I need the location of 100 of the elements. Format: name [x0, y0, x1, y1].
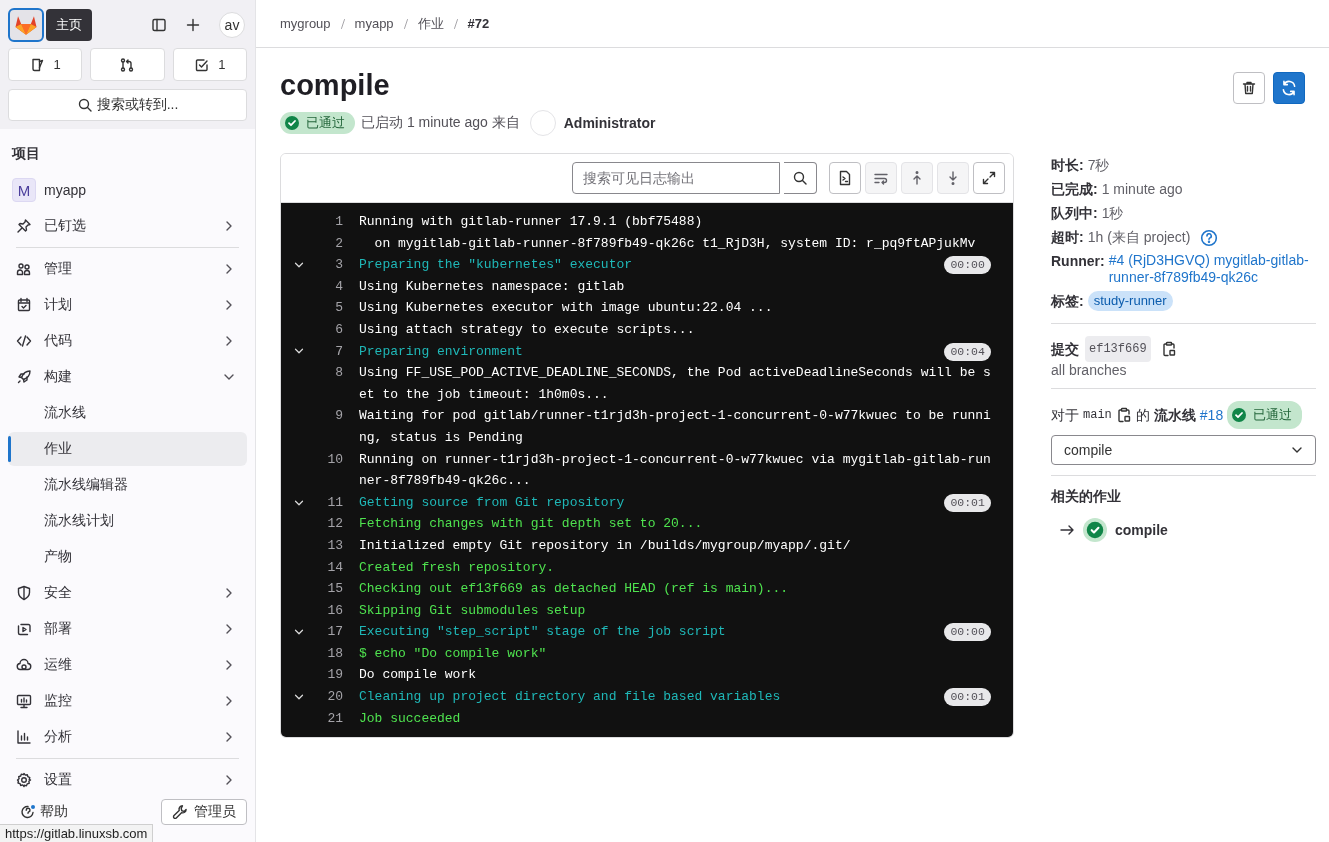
detail-label: 时长: [1051, 156, 1084, 175]
nav-item[interactable]: M myapp [8, 173, 247, 207]
admin-button[interactable]: 管理员 [161, 799, 247, 825]
nav-subitem[interactable]: 产物 [8, 540, 247, 574]
duration-badge: 00:00 [944, 623, 991, 642]
nav-item[interactable]: 计划 [8, 288, 247, 322]
line-number: 13 [326, 536, 343, 555]
search-icon [76, 97, 93, 113]
breadcrumb-link[interactable]: #72 [467, 16, 490, 31]
rocket-icon [16, 369, 32, 385]
delete-button[interactable] [1233, 72, 1265, 104]
people-icon [16, 261, 32, 277]
line-number: 8 [334, 364, 343, 383]
line-number: 16 [326, 601, 343, 620]
log-line: Preparing the "kubernetes" executor [359, 256, 634, 275]
detail-label: 标签: [1051, 292, 1084, 311]
detail-label: 超时: [1051, 228, 1084, 247]
sidebar-toggle-button[interactable] [151, 17, 167, 33]
user-avatar[interactable]: av [219, 12, 245, 38]
line-number: 6 [334, 320, 343, 339]
status-badge[interactable]: 已通过 [280, 112, 355, 134]
search-button[interactable] [784, 162, 817, 194]
create-new-button[interactable] [185, 17, 201, 33]
bar-chart-icon [16, 729, 32, 745]
log-line: Skipping Git submodules setup [359, 601, 587, 620]
nav-subitem[interactable]: 流水线 [8, 396, 247, 430]
nav-subitem[interactable]: 流水线编辑器 [8, 468, 247, 502]
detail-label: Runner: [1051, 252, 1105, 271]
line-number: 14 [326, 558, 343, 577]
detail-label: 队列中: [1051, 204, 1098, 223]
duration-badge: 00:04 [944, 342, 991, 361]
log-line: Using attach strategy to execute scripts... [359, 320, 696, 339]
log-search-field[interactable]: 搜索可见日志输出 [572, 162, 780, 194]
issues-button[interactable]: 1 [8, 48, 83, 81]
log-line: Running with gitlab-runner 17.9.1 (bbf75488) [359, 213, 704, 231]
log-line: Preparing environment [359, 342, 524, 361]
todos-button[interactable]: 1 [172, 48, 247, 81]
show-raw-button[interactable] [829, 162, 861, 194]
line-number: 15 [326, 580, 343, 599]
log-line: Cleaning up project directory and file based variables [359, 688, 782, 707]
calendar-icon [16, 297, 32, 313]
help-link[interactable]: 帮助 [20, 803, 68, 821]
home-button[interactable] [8, 8, 44, 42]
search-button[interactable]: 搜索或转到... [8, 89, 247, 121]
breadcrumb-link[interactable]: mygroup [280, 16, 331, 31]
runner-link[interactable]: #4 (RjD3HGVQ) mygitlab-gitlab-runner-8f789fb49-qk26c [1108, 249, 1316, 286]
file-icon [837, 170, 853, 186]
related-jobs-title: 相关的作业 [1051, 488, 1122, 506]
merge-requests-button[interactable] [90, 48, 165, 81]
commit-sha-link[interactable]: ef13f669 [1085, 336, 1151, 362]
nav-item[interactable]: 设置 [8, 763, 247, 797]
cloud-icon [16, 657, 32, 673]
nav-item[interactable]: 安全 [8, 576, 247, 610]
user-link[interactable]: Administrator [563, 115, 656, 131]
log-line: Job succeeded [359, 709, 462, 728]
log-line: $ echo "Do compile work" [359, 644, 548, 663]
line-number: 5 [334, 299, 343, 318]
started-text: 已启动 1 minute ago 来自 [361, 114, 520, 132]
merge-request-icon [119, 56, 136, 73]
stage-dropdown[interactable]: compile [1051, 435, 1316, 465]
line-number: 20 [326, 688, 343, 707]
related-job-link[interactable]: compile [1115, 522, 1168, 538]
nav-item[interactable]: 代码 [8, 324, 247, 358]
detail-value: 1h (来自 project) [1087, 228, 1191, 247]
branches-text: all branches [1051, 362, 1128, 378]
nav-subitem[interactable]: 作业 [8, 432, 247, 466]
detail-value: 1秒 [1101, 204, 1124, 223]
fullscreen-button[interactable] [973, 162, 1005, 194]
log-line: Using Kubernetes namespace: gitlab [359, 277, 626, 296]
detail-value: 1 minute ago [1101, 180, 1183, 199]
nav-item[interactable]: 已钉选 [8, 209, 247, 243]
log-line: Waiting for pod gitlab/runner-t1rjd3h-project-1-concurrent-0-w77kwuec to be running, status is Pending [359, 407, 991, 447]
copy-button[interactable] [1115, 407, 1132, 423]
nav-subitem[interactable]: 流水线计划 [8, 504, 247, 538]
expand-icon [981, 170, 997, 186]
log-line: Initialized empty Git repository in /builds/mygroup/myapp/.git/ [359, 536, 852, 555]
branch-name: main [1083, 407, 1112, 424]
line-number: 10 [326, 450, 343, 469]
pipeline-prefix: 对于 [1051, 406, 1079, 425]
line-number: 7 [334, 342, 343, 361]
nav-item[interactable]: 构建 [8, 360, 247, 394]
line-number: 9 [334, 407, 343, 426]
nav-item[interactable]: 监控 [8, 684, 247, 718]
retry-button[interactable] [1273, 72, 1305, 104]
commit-label: 提交 [1051, 340, 1079, 359]
status-badge[interactable]: 已通过 [1227, 401, 1303, 429]
nav-item[interactable]: 部署 [8, 612, 247, 646]
breadcrumb-link[interactable]: 作业 [417, 14, 444, 33]
pipeline-label: 流水线 [1153, 406, 1196, 425]
nav-item[interactable]: 运维 [8, 648, 247, 682]
duration-badge: 00:00 [944, 256, 991, 275]
pipeline-link[interactable]: #18 [1199, 403, 1224, 427]
nav-item[interactable]: 管理 [8, 252, 247, 286]
nav-item[interactable]: 分析 [8, 720, 247, 754]
clipboard-icon [1160, 341, 1177, 357]
section-title: 项目 [10, 144, 41, 163]
search-icon [792, 170, 808, 186]
duration-badge: 00:01 [944, 688, 991, 707]
breadcrumb-link[interactable]: myapp [354, 16, 394, 31]
copy-button[interactable] [1160, 341, 1177, 357]
